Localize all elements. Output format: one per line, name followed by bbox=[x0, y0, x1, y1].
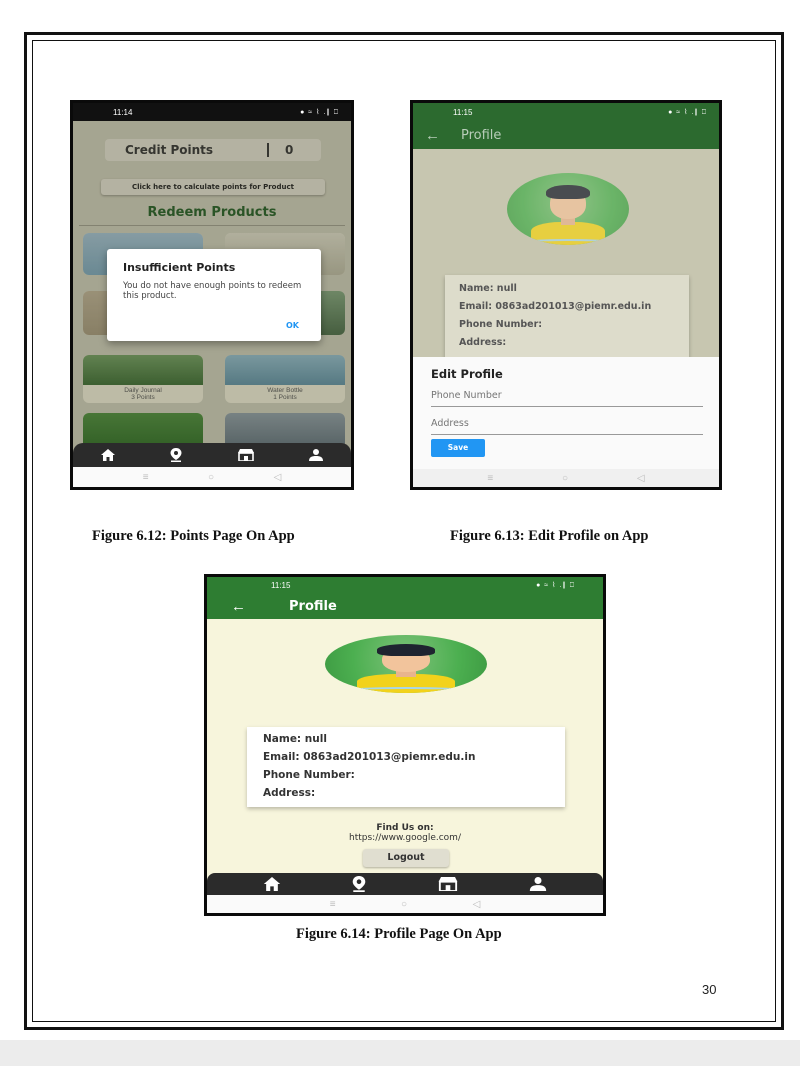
status-bar: 11:14 ● ≈ ⌇ .∥ ⎕ bbox=[73, 103, 351, 121]
back-arrow-icon[interactable]: ← bbox=[231, 598, 253, 615]
avatar-hair bbox=[376, 644, 436, 656]
dialog-title: Insufficient Points bbox=[123, 261, 236, 274]
find-us-label: Find Us on: bbox=[376, 823, 434, 833]
profile-info-card: Name: null Email: 0863ad201013@piemr.edu… bbox=[445, 275, 689, 361]
app-bar-title: Profile bbox=[461, 127, 502, 143]
edit-profile-sheet: Edit Profile Save bbox=[413, 357, 719, 469]
address-input[interactable] bbox=[431, 413, 703, 435]
person-icon[interactable] bbox=[309, 449, 324, 461]
dialog-ok-button[interactable]: OK bbox=[286, 321, 299, 330]
shop-icon[interactable] bbox=[237, 449, 254, 461]
figure-6-13-caption: Figure 6.13: Edit Profile on App bbox=[450, 528, 649, 544]
recents-icon[interactable]: ≡ bbox=[330, 899, 336, 910]
profile-address: Address: bbox=[459, 337, 507, 348]
home-circle-icon[interactable]: ○ bbox=[562, 473, 568, 484]
back-arrow-icon[interactable]: ← bbox=[425, 127, 447, 144]
app-bar: ← Profile bbox=[413, 121, 719, 149]
recents-icon[interactable]: ≡ bbox=[487, 473, 493, 484]
profile-email: Email: 0863ad201013@piemr.edu.in bbox=[263, 751, 476, 763]
back-triangle-icon[interactable]: ◁ bbox=[473, 899, 481, 910]
profile-email: Email: 0863ad201013@piemr.edu.in bbox=[459, 301, 652, 312]
viewer-bottom-band bbox=[0, 1040, 800, 1066]
status-time: 11:14 bbox=[113, 107, 133, 117]
system-nav-bar: ≡ ○ ◁ bbox=[207, 895, 603, 913]
status-icons: ● ≈ ⌇ .∥ ⎕ bbox=[536, 581, 575, 589]
status-bar: 11:15 ● ≈ ⌇ .∥ ⎕ bbox=[413, 103, 719, 121]
shop-icon[interactable] bbox=[438, 877, 458, 891]
edit-profile-screen: 11:15 ● ≈ ⌇ .∥ ⎕ ← Profile Name: null Em… bbox=[413, 103, 719, 487]
profile-address: Address: bbox=[263, 787, 316, 799]
profile-phone: Phone Number: bbox=[263, 769, 355, 781]
status-bar: 11:15 ● ≈ ⌇ .∥ ⎕ bbox=[207, 577, 603, 593]
dialog-message: You do not have enough points to redeem … bbox=[123, 281, 302, 301]
profile-name: Name: null bbox=[459, 283, 517, 294]
points-screen: 11:14 ● ≈ ⌇ .∥ ⎕ Credit Points 0 Click h… bbox=[73, 103, 351, 487]
figure-6-12-caption: Figure 6.12: Points Page On App bbox=[92, 528, 295, 544]
location-icon[interactable] bbox=[170, 448, 182, 462]
back-triangle-icon[interactable]: ◁ bbox=[274, 472, 282, 483]
logout-button[interactable]: Logout bbox=[363, 849, 449, 867]
home-icon[interactable] bbox=[263, 877, 281, 891]
profile-phone: Phone Number: bbox=[459, 319, 543, 330]
location-icon[interactable] bbox=[352, 876, 366, 892]
profile-name: Name: null bbox=[263, 733, 327, 745]
edit-profile-phone-screenshot: 11:15 ● ≈ ⌇ .∥ ⎕ ← Profile Name: null Em… bbox=[410, 100, 722, 490]
app-bar-title: Profile bbox=[289, 598, 337, 614]
back-triangle-icon[interactable]: ◁ bbox=[637, 473, 645, 484]
avatar bbox=[507, 173, 629, 245]
profile-info-card: Name: null Email: 0863ad201013@piemr.edu… bbox=[247, 727, 565, 807]
avatar-shirt bbox=[531, 221, 605, 245]
avatar-hair bbox=[546, 184, 590, 199]
app-bar: ← Profile bbox=[207, 593, 603, 619]
home-icon[interactable] bbox=[100, 449, 115, 461]
avatar-shirt bbox=[357, 674, 455, 693]
avatar bbox=[325, 635, 487, 693]
points-phone-screenshot: 11:14 ● ≈ ⌇ .∥ ⎕ Credit Points 0 Click h… bbox=[70, 100, 354, 490]
status-icons: ● ≈ ⌇ .∥ ⎕ bbox=[300, 108, 339, 116]
page-number: 30 bbox=[702, 982, 717, 997]
bottom-nav bbox=[207, 873, 603, 895]
person-icon[interactable] bbox=[529, 877, 547, 891]
profile-screen: 11:15 ● ≈ ⌇ .∥ ⎕ ← Profile Name: null Em… bbox=[207, 577, 603, 913]
system-nav-bar: ≡ ○ ◁ bbox=[73, 467, 351, 487]
logout-label: Logout bbox=[387, 852, 425, 863]
status-icons: ● ≈ ⌇ .∥ ⎕ bbox=[668, 108, 707, 116]
recents-icon[interactable]: ≡ bbox=[143, 472, 149, 483]
profile-phone-screenshot: 11:15 ● ≈ ⌇ .∥ ⎕ ← Profile Name: null Em… bbox=[204, 574, 606, 916]
status-time: 11:15 bbox=[453, 107, 473, 117]
edit-profile-title: Edit Profile bbox=[431, 367, 503, 381]
home-circle-icon[interactable]: ○ bbox=[208, 472, 214, 483]
system-nav-bar: ≡ ○ ◁ bbox=[413, 469, 719, 487]
bottom-nav bbox=[73, 443, 351, 467]
figure-6-14-caption: Figure 6.14: Profile Page On App bbox=[296, 926, 502, 942]
find-us-link[interactable]: https://www.google.com/ bbox=[207, 833, 603, 843]
phone-number-input[interactable] bbox=[431, 385, 703, 407]
save-button[interactable]: Save bbox=[431, 439, 485, 457]
insufficient-points-dialog: Insufficient Points You do not have enou… bbox=[107, 249, 321, 341]
status-time: 11:15 bbox=[271, 580, 291, 590]
save-label: Save bbox=[447, 443, 469, 452]
home-circle-icon[interactable]: ○ bbox=[401, 899, 407, 910]
